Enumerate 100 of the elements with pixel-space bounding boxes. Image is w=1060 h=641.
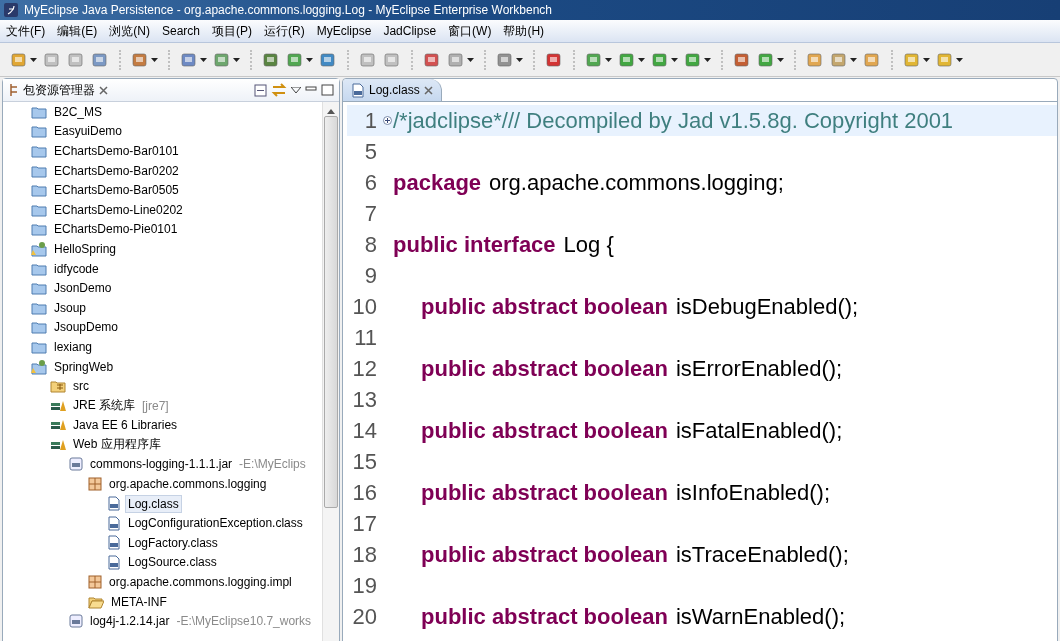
line-number: 5 bbox=[363, 138, 378, 165]
line-number: 1 bbox=[363, 107, 378, 134]
class-file-icon bbox=[107, 535, 121, 551]
line-number: 6 bbox=[363, 169, 378, 196]
tree-item[interactable]: Log.class bbox=[125, 494, 182, 513]
menu-item[interactable]: 编辑(E) bbox=[51, 22, 104, 40]
tree-item[interactable]: org.apache.commons.logging.impl bbox=[106, 573, 295, 592]
tree-item[interactable]: META-INF bbox=[108, 592, 170, 611]
tree-item[interactable]: org.apache.commons.logging bbox=[106, 475, 270, 494]
tree-item[interactable]: B2C_MS bbox=[51, 102, 106, 121]
package-icon bbox=[88, 575, 102, 590]
class-file-icon bbox=[107, 515, 121, 531]
line-number: 20 bbox=[351, 603, 378, 630]
maximize-icon[interactable] bbox=[321, 84, 335, 96]
scrollbar[interactable] bbox=[322, 102, 339, 641]
tree-item-detail: -E:\MyEclipse10.7_works bbox=[176, 614, 312, 629]
tree-item[interactable]: SpringWeb bbox=[51, 357, 117, 376]
dropdown-caret-icon[interactable] bbox=[777, 57, 784, 62]
line-number: 16 bbox=[351, 479, 378, 506]
menu-item[interactable]: Search bbox=[156, 24, 207, 38]
code-keyword: public abstract boolean bbox=[421, 541, 668, 568]
dropdown-caret-icon[interactable] bbox=[671, 57, 678, 62]
line-number: 18 bbox=[351, 541, 378, 568]
tree-item[interactable]: JsoupDemo bbox=[51, 318, 122, 337]
code-text: isTraceEnabled(); bbox=[675, 541, 849, 568]
dropdown-caret-icon[interactable] bbox=[306, 57, 313, 62]
close-icon[interactable] bbox=[423, 85, 433, 95]
menu-item[interactable]: 项目(P) bbox=[206, 22, 259, 40]
line-number: 13 bbox=[351, 386, 378, 413]
dropdown-caret-icon[interactable] bbox=[704, 57, 711, 62]
tree-item[interactable]: idfycode bbox=[51, 259, 102, 278]
package-tree-icon bbox=[9, 83, 19, 97]
tree-item[interactable]: log4j-1.2.14.jar bbox=[87, 612, 173, 631]
tree-item[interactable]: lexiang bbox=[51, 337, 96, 356]
close-icon[interactable] bbox=[99, 85, 108, 95]
tree-item[interactable]: EChartsDemo-Line0202 bbox=[51, 200, 186, 219]
code-keyword: package bbox=[393, 169, 482, 196]
tree-item[interactable]: commons-logging-1.1.1.jar bbox=[87, 455, 236, 474]
line-number: 11 bbox=[353, 324, 378, 351]
menu-item[interactable]: 运行(R) bbox=[258, 22, 311, 40]
package-icon bbox=[88, 477, 102, 492]
source-folder-icon bbox=[50, 379, 66, 394]
line-number: 7 bbox=[363, 200, 378, 227]
tree-item[interactable]: LogSource.class bbox=[125, 553, 220, 572]
menu-item[interactable]: 文件(F) bbox=[0, 22, 52, 40]
tree-item[interactable]: src bbox=[70, 377, 92, 396]
tree-item[interactable]: EChartsDemo-Bar0202 bbox=[51, 161, 182, 180]
dropdown-caret-icon[interactable] bbox=[233, 57, 240, 62]
menu-item[interactable]: MyEclipse bbox=[310, 24, 378, 38]
dropdown-caret-icon[interactable] bbox=[30, 57, 37, 62]
web-project-icon bbox=[31, 358, 47, 375]
line-number: 10 bbox=[351, 293, 378, 320]
tree-item[interactable]: Java EE 6 Libraries bbox=[70, 416, 181, 435]
tree-item[interactable]: HelloSpring bbox=[51, 239, 120, 258]
dropdown-caret-icon[interactable] bbox=[200, 57, 207, 62]
tree-item[interactable]: JRE 系统库 bbox=[70, 395, 138, 417]
tree-item-detail: [jre7] bbox=[142, 398, 169, 413]
dropdown-caret-icon[interactable] bbox=[956, 57, 963, 62]
tree-item[interactable]: EasyuiDemo bbox=[51, 122, 126, 141]
code-text: isWarnEnabled(); bbox=[675, 603, 846, 630]
code-keyword: public abstract boolean bbox=[421, 603, 668, 630]
line-number: 14 bbox=[351, 417, 378, 444]
class-file-icon bbox=[107, 496, 121, 512]
dropdown-caret-icon[interactable] bbox=[605, 57, 612, 62]
code-keyword: public interface bbox=[393, 231, 556, 258]
dropdown-caret-icon[interactable] bbox=[850, 57, 857, 62]
menu-item[interactable]: 浏览(N) bbox=[103, 22, 156, 40]
open-folder-icon bbox=[88, 594, 104, 609]
tree-item[interactable]: EChartsDemo-Bar0505 bbox=[51, 181, 182, 200]
view-tab[interactable]: 包资源管理器 bbox=[23, 81, 95, 99]
window-title: MyEclipse Java Persistence - org.apache.commons.logging.Log - MyEclipse Enterprise Workbench bbox=[24, 3, 553, 17]
line-number: 12 bbox=[351, 355, 378, 382]
tree-item[interactable]: Web 应用程序库 bbox=[70, 434, 164, 456]
tree-item-detail: -E:\MyEclips bbox=[239, 457, 306, 472]
tree-item[interactable]: LogConfigurationException.class bbox=[125, 514, 306, 533]
expand-fold-icon[interactable] bbox=[383, 116, 392, 125]
line-number: 15 bbox=[351, 448, 378, 475]
dropdown-caret-icon[interactable] bbox=[923, 57, 930, 62]
scroll-up-icon[interactable] bbox=[327, 108, 335, 114]
scroll-thumb[interactable] bbox=[324, 116, 338, 508]
app-logo-icon bbox=[4, 3, 18, 17]
jar-icon bbox=[69, 614, 83, 629]
tree-item[interactable]: Jsoup bbox=[51, 298, 90, 317]
tree-item[interactable]: EChartsDemo-Bar0101 bbox=[51, 142, 182, 160]
tree-item[interactable]: JsonDemo bbox=[51, 279, 115, 298]
dropdown-caret-icon[interactable] bbox=[638, 57, 645, 62]
menu-item[interactable]: JadClipse bbox=[377, 24, 443, 38]
menu-item[interactable]: 帮助(H) bbox=[497, 22, 551, 40]
collapse-all-icon[interactable] bbox=[254, 83, 267, 97]
code-text: isInfoEnabled(); bbox=[675, 479, 831, 506]
view-menu-icon[interactable] bbox=[291, 87, 301, 93]
line-number: 9 bbox=[363, 262, 378, 289]
tree-item[interactable]: EChartsDemo-Pie0101 bbox=[51, 220, 181, 239]
code-text: Log { bbox=[563, 231, 614, 258]
dropdown-caret-icon[interactable] bbox=[516, 57, 523, 62]
jar-icon bbox=[69, 457, 83, 472]
dropdown-caret-icon[interactable] bbox=[151, 57, 158, 62]
menu-item[interactable]: 窗口(W) bbox=[442, 22, 498, 40]
tree-item[interactable]: LogFactory.class bbox=[125, 533, 221, 552]
dropdown-caret-icon[interactable] bbox=[467, 57, 474, 62]
